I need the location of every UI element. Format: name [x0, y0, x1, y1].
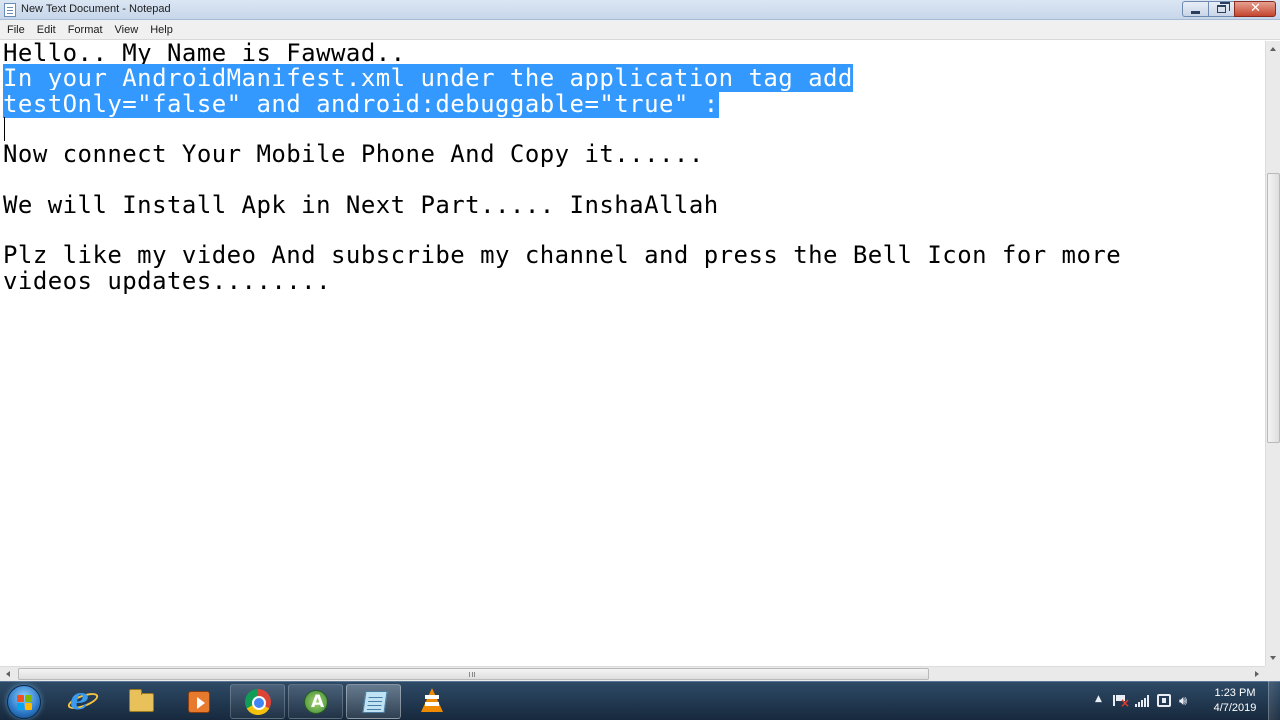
chrome-icon — [244, 689, 272, 715]
selected-text: In your AndroidManifest.xml under the ap… — [3, 64, 853, 93]
line-text: videos updates........ — [3, 266, 332, 295]
menu-format[interactable]: Format — [62, 20, 109, 40]
text-line[interactable] — [3, 117, 1121, 142]
arrow-right-icon — [1255, 671, 1259, 677]
taskbar-notepad[interactable] — [346, 684, 401, 719]
show-hidden-icons-icon[interactable]: ▲ — [1095, 694, 1102, 704]
horizontal-scrollbar[interactable] — [0, 666, 1265, 681]
vertical-scrollbar[interactable] — [1265, 41, 1280, 666]
text-line[interactable]: testOnly="false" and android:debuggable=… — [3, 89, 1121, 118]
scroll-down-button[interactable] — [1266, 650, 1280, 666]
action-center-flag-icon[interactable] — [1113, 695, 1130, 710]
system-tray: ▲ 🔊︎ — [1085, 681, 1205, 720]
notepad-icon — [360, 689, 388, 715]
notepad-icon[interactable] — [4, 3, 16, 17]
line-text: Now connect Your Mobile Phone And Copy i… — [3, 140, 704, 169]
maximize-button[interactable] — [1208, 1, 1234, 17]
arrow-up-icon — [1270, 47, 1276, 51]
menu-view[interactable]: View — [109, 20, 145, 40]
arrow-down-icon — [1270, 656, 1276, 660]
horizontal-scroll-thumb[interactable] — [18, 668, 929, 680]
minimize-button[interactable] — [1182, 1, 1208, 17]
text-line[interactable] — [3, 218, 1121, 243]
taskbar-media-player[interactable] — [172, 684, 227, 719]
line-text: We will Install Apk in Next Part..... In… — [3, 190, 719, 219]
text-line[interactable]: videos updates........ — [3, 266, 1121, 295]
window-title: New Text Document - Notepad — [21, 3, 171, 15]
title-bar[interactable]: New Text Document - Notepad ✕ — [0, 0, 1280, 20]
power-icon[interactable] — [1157, 694, 1171, 707]
scroll-up-button[interactable] — [1266, 41, 1280, 57]
selected-text: testOnly="false" and android:debuggable=… — [3, 89, 719, 118]
clock-time: 1:23 PM — [1214, 687, 1256, 699]
close-button[interactable]: ✕ — [1234, 1, 1276, 17]
windows-logo-icon — [17, 695, 33, 710]
menu-file[interactable]: File — [1, 20, 31, 40]
vertical-scroll-thumb[interactable] — [1267, 173, 1280, 443]
show-desktop-button[interactable] — [1268, 681, 1280, 720]
editor-content[interactable]: Hello.. My Name is Fawwad.. In your Andro… — [3, 41, 1121, 294]
text-line[interactable]: Hello.. My Name is Fawwad.. — [3, 41, 1121, 66]
scroll-left-button[interactable] — [0, 667, 17, 682]
start-button[interactable] — [7, 685, 41, 719]
scrollbar-corner — [1265, 666, 1280, 681]
close-icon: ✕ — [1250, 1, 1261, 16]
window-controls: ✕ — [1182, 1, 1276, 17]
text-line[interactable]: Now connect Your Mobile Phone And Copy i… — [3, 142, 1121, 167]
volume-icon[interactable]: 🔊︎ — [1179, 694, 1187, 709]
menu-bar: File Edit Format View Help — [0, 20, 1280, 40]
grip-icon — [469, 672, 475, 677]
taskbar-chrome[interactable] — [230, 684, 285, 719]
line-text: Plz like my video And subscribe my chann… — [3, 241, 1122, 270]
taskbar-internet-explorer[interactable]: e — [56, 682, 111, 719]
text-line[interactable]: In your AndroidManifest.xml under the ap… — [3, 64, 1121, 93]
text-caret — [4, 117, 5, 141]
arrow-left-icon — [6, 671, 10, 677]
system-clock[interactable]: 1:23 PM 4/7/2019 — [1205, 686, 1265, 716]
clock-date: 4/7/2019 — [1213, 702, 1257, 714]
text-line[interactable] — [3, 167, 1121, 192]
text-line[interactable]: We will Install Apk in Next Part..... In… — [3, 190, 1121, 219]
file-explorer-icon — [127, 688, 155, 714]
vlc-icon — [417, 688, 445, 714]
media-player-icon — [185, 688, 213, 714]
network-signal-icon[interactable] — [1135, 695, 1149, 707]
taskbar-vlc[interactable] — [404, 684, 459, 719]
restore-icon — [1217, 2, 1230, 13]
line-text: Hello.. My Name is Fawwad.. — [3, 41, 406, 67]
menu-edit[interactable]: Edit — [31, 20, 62, 40]
taskbar-file-explorer[interactable] — [114, 684, 169, 719]
taskbar-android-studio[interactable] — [288, 684, 343, 719]
internet-explorer-icon: e — [65, 682, 101, 717]
android-studio-icon — [302, 689, 330, 715]
text-line[interactable]: Plz like my video And subscribe my chann… — [3, 243, 1121, 268]
text-editor[interactable]: Hello.. My Name is Fawwad.. In your Andro… — [0, 41, 1265, 666]
minimize-icon — [1191, 11, 1200, 14]
scroll-right-button[interactable] — [1248, 667, 1265, 682]
menu-help[interactable]: Help — [144, 20, 179, 40]
